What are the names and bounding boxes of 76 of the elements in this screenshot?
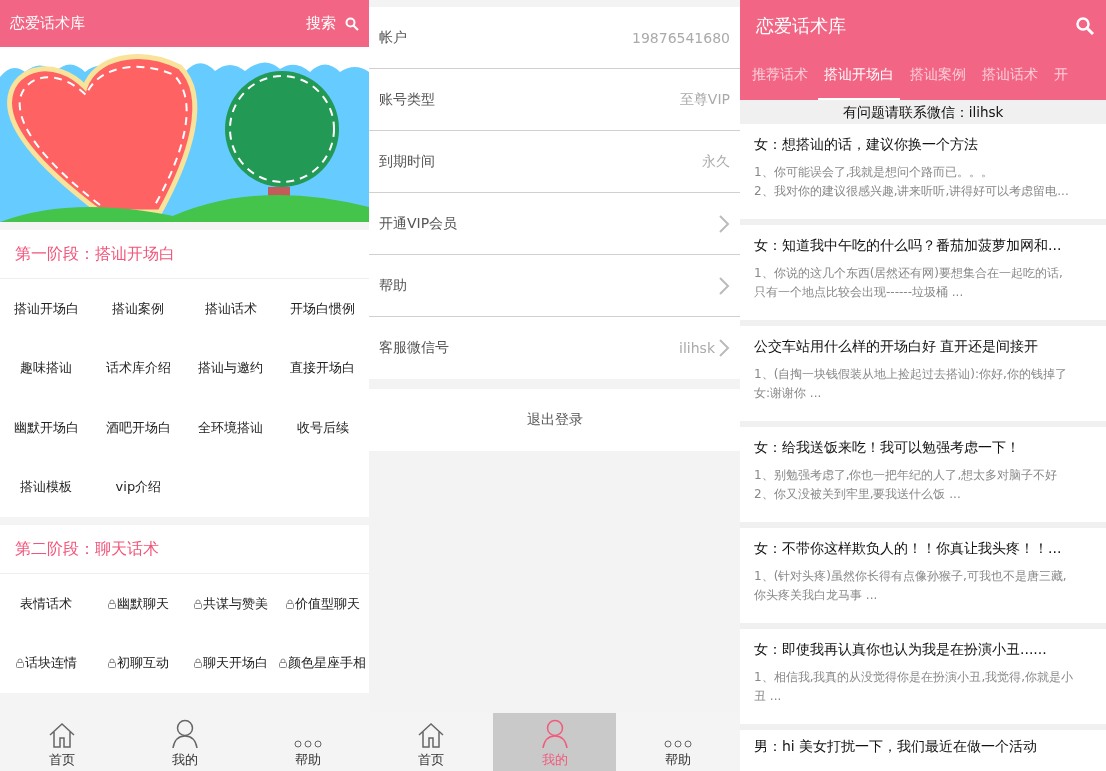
article-excerpt: 1、你可能误会了,我就是想问个路而已。。。: [754, 164, 995, 181]
tab-bar-item[interactable]: 首页: [369, 713, 493, 771]
article-excerpt: 女:谢谢你 ...: [754, 385, 823, 402]
article-excerpt: 只有一个地点比较会出现------垃圾桶 ...: [754, 284, 965, 301]
category-link[interactable]: 聊天开场白: [193, 654, 268, 673]
app-title: 恋爱话术库: [756, 14, 846, 38]
row-label: 客服微信号: [379, 339, 449, 357]
notice-text: 有问题请联系微信：ilihsk: [841, 103, 1005, 122]
article-card[interactable]: 女：知道我中午吃的什么吗？番茄加菠萝加网和... 1、你说的这几个东西(居然还有网)要想集合在一起吃的话, 只有一个地点比较会出现------垃圾桶 ...: [740, 225, 1106, 320]
article-title: 男：hi 美女打扰一下，我们最近在做一个活动: [754, 738, 1039, 756]
article-excerpt: 丑 ...: [754, 688, 783, 705]
category-link[interactable]: 表情话术: [20, 594, 73, 613]
row-label: 帐户: [379, 28, 407, 47]
category-link[interactable]: 颜色星座手相: [279, 654, 367, 673]
article-card[interactable]: 女：即使我再认真你也认为我是在扮演小丑...... 1、相信我,我真的从没觉得你是在扮演小丑,我觉得,你就是小 丑 ...: [740, 629, 1106, 724]
tab-bar-item[interactable]: 帮助: [616, 713, 740, 771]
tab-bar-item[interactable]: 我的: [123, 713, 246, 771]
home-icon: [47, 721, 76, 749]
article-card[interactable]: 女：想搭讪的话，建议你换一个方法 1、你可能误会了,我就是想问个路而已。。。 2、我对你的建议很感兴趣,讲来听听,讲得好可以考虑留电...: [740, 124, 1106, 219]
article-excerpt: 1、(自掏一块钱假装从地上捡起过去搭讪):你好,你的钱掉了: [754, 366, 1068, 383]
app-title: 恋爱话术库: [10, 14, 85, 33]
article-card[interactable]: 女：给我送饭来吃！我可以勉强考虑一下！ 1、别勉强考虑了,你也一把年纪的人了,想太多对脑子不好 2、你又没被关到牢里,要我送什么饭 ...: [740, 427, 1106, 522]
category-link[interactable]: 初聊互动: [107, 654, 169, 673]
category-link[interactable]: 搭讪模板: [20, 478, 73, 497]
article-card[interactable]: 公交车站用什么样的开场白好 直开还是间接开 1、(自掏一块钱假装从地上捡起过去搭讪):你好,你的钱掉了 女:谢谢你 ...: [740, 326, 1106, 421]
article-title: 女：想搭讪的话，建议你换一个方法: [754, 136, 979, 154]
article-excerpt: 1、别勉强考虑了,你也一把年纪的人了,想太多对脑子不好: [754, 467, 1059, 484]
category-link[interactable]: 全环境搭讪: [198, 418, 264, 437]
article-title: 公交车站用什么样的开场白好 直开还是间接开: [754, 338, 1040, 356]
person-icon: [170, 719, 199, 749]
row-label: 开通VIP会员: [379, 214, 458, 233]
article-title: 女：不带你这样欺负人的！！你真让我头疼！！...: [754, 540, 1063, 558]
category-link[interactable]: 搭讪与邀约: [198, 359, 264, 378]
category-link[interactable]: 搭讪开场白: [13, 299, 79, 318]
category-link[interactable]: 直接开场白: [290, 359, 356, 378]
category-link[interactable]: 酒吧开场白: [105, 418, 171, 437]
row-value: 永久: [702, 152, 730, 171]
row-value: ilihsk: [679, 340, 715, 356]
article-excerpt: 1、(针对头疼)虽然你长得有点像孙猴子,可我也不是唐三藏,: [754, 568, 1068, 585]
article-excerpt: 1、相信我,我真的从没觉得你是在扮演小丑,我觉得,你就是小: [754, 669, 1075, 686]
category-link[interactable]: 共谋与赞美: [193, 594, 268, 613]
category-link[interactable]: 搭讪话术: [204, 299, 257, 318]
search-icon[interactable]: [1076, 17, 1094, 35]
category-link[interactable]: 幽默聊天: [107, 594, 169, 613]
row-value: 至尊VIP: [679, 90, 730, 109]
tab-bar-item[interactable]: 首页: [0, 713, 123, 771]
article-card[interactable]: 女：不带你这样欺负人的！！你真让我头疼！！... 1、(针对头疼)虽然你长得有点像孙猴子,可我也不是唐三藏, 你头疼关我白龙马事 ...: [740, 528, 1106, 623]
person-icon: [540, 719, 569, 749]
article-excerpt: 你头疼关我白龙马事 ...: [754, 587, 879, 604]
category-link[interactable]: 收号后续: [296, 418, 349, 437]
row-label: 到期时间: [379, 152, 435, 171]
article-title: 女：即使我再认真你也认为我是在扮演小丑......: [754, 641, 1048, 659]
search-icon: [345, 16, 359, 31]
category-link[interactable]: 趣味搭讪: [20, 359, 73, 378]
home-icon: [416, 721, 445, 749]
category-link[interactable]: 搭讪案例: [112, 299, 165, 318]
article-title: 女：给我送饭来吃！我可以勉强考虑一下！: [754, 439, 1021, 457]
row-value: 19876541680: [632, 29, 730, 46]
category-link[interactable]: 话块连情: [15, 654, 77, 673]
logout-button[interactable]: 退出登录: [369, 389, 740, 451]
row-label: 帮助: [379, 276, 407, 295]
more-icon: [292, 739, 323, 749]
more-icon: [663, 739, 694, 749]
category-link[interactable]: 价值型聊天: [285, 594, 360, 613]
article-card[interactable]: 男：hi 美女打扰一下，我们最近在做一个活动: [740, 730, 1106, 771]
category-link[interactable]: vip介绍: [115, 478, 162, 497]
category-link[interactable]: 幽默开场白: [13, 418, 79, 437]
category-link[interactable]: 开场白惯例: [290, 299, 356, 318]
article-excerpt: 2、我对你的建议很感兴趣,讲来听听,讲得好可以考虑留电...: [754, 183, 1070, 200]
tab-bar-item[interactable]: 帮助: [246, 713, 369, 771]
row-label: 账号类型: [379, 90, 435, 109]
article-excerpt: 2、你又没被关到牢里,要我送什么饭 ...: [754, 486, 962, 503]
article-excerpt: 1、你说的这几个东西(居然还有网)要想集合在一起吃的话,: [754, 265, 1064, 282]
article-title: 女：知道我中午吃的什么吗？番茄加菠萝加网和...: [754, 237, 1063, 255]
settings-row[interactable]: 客服微信号 ilihsk: [369, 317, 740, 379]
category-link[interactable]: 话术库介绍: [105, 359, 171, 378]
